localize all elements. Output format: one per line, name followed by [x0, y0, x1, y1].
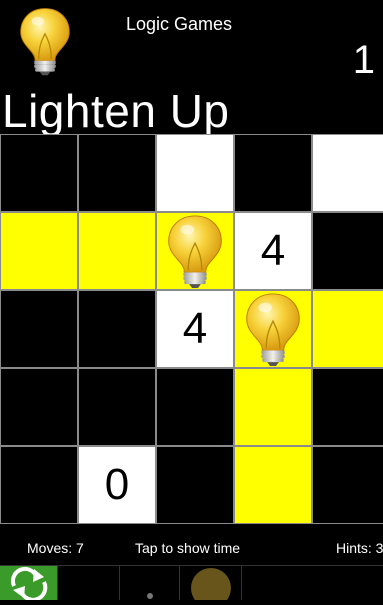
dot-icon [147, 593, 153, 599]
board-cell[interactable] [0, 134, 78, 212]
board-cell[interactable]: 4 [234, 212, 312, 290]
board-cell[interactable] [78, 134, 156, 212]
board-cell[interactable] [234, 368, 312, 446]
board-cell[interactable] [78, 212, 156, 290]
game-title: Lighten Up [2, 85, 230, 137]
board-cell[interactable] [78, 290, 156, 368]
hint-button[interactable] [180, 566, 242, 605]
toolbar [0, 565, 383, 605]
moves-counter: Moves: 7 [27, 540, 84, 556]
board-cell[interactable] [0, 368, 78, 446]
board-cell[interactable] [156, 134, 234, 212]
board-cell[interactable] [156, 368, 234, 446]
board-cell[interactable]: 0 [78, 446, 156, 524]
board-cell[interactable] [312, 446, 383, 524]
hints-counter: Hints: 3 [336, 540, 383, 556]
toolbar-slot-blank[interactable] [58, 566, 120, 600]
status-bar: Moves: 7 Tap to show time Hints: 3 [0, 532, 383, 562]
toolbar-slot-blank[interactable] [242, 566, 383, 600]
restart-button[interactable] [0, 566, 58, 602]
board-cell[interactable] [0, 446, 78, 524]
board-cell[interactable] [0, 290, 78, 368]
board-cell[interactable] [156, 212, 234, 290]
puzzle-board: 4 4 0 [0, 134, 383, 524]
cell-number: 0 [104, 460, 130, 509]
show-time-button[interactable]: Tap to show time [135, 540, 240, 556]
board-cell[interactable] [234, 134, 312, 212]
board-cell[interactable] [312, 212, 383, 290]
lightbulb-icon [165, 214, 225, 288]
lightbulb-icon [243, 292, 303, 366]
board-cell[interactable] [156, 446, 234, 524]
lightbulb-icon [191, 568, 231, 605]
board-cell[interactable] [234, 446, 312, 524]
level-number: 1 [352, 38, 375, 82]
board-cell[interactable] [312, 368, 383, 446]
board-cell[interactable]: 4 [156, 290, 234, 368]
board-cell[interactable] [0, 212, 78, 290]
toolbar-slot-dot[interactable] [120, 566, 180, 600]
board-cell[interactable] [78, 368, 156, 446]
app-title: Logic Games [126, 14, 233, 34]
board-cell[interactable] [234, 290, 312, 368]
lightbulb-logo-icon [18, 4, 72, 78]
cell-number: 4 [182, 304, 208, 353]
board-cell[interactable] [312, 290, 383, 368]
board-cell[interactable] [312, 134, 383, 212]
cell-number: 4 [260, 226, 286, 275]
restart-icon [10, 566, 48, 602]
